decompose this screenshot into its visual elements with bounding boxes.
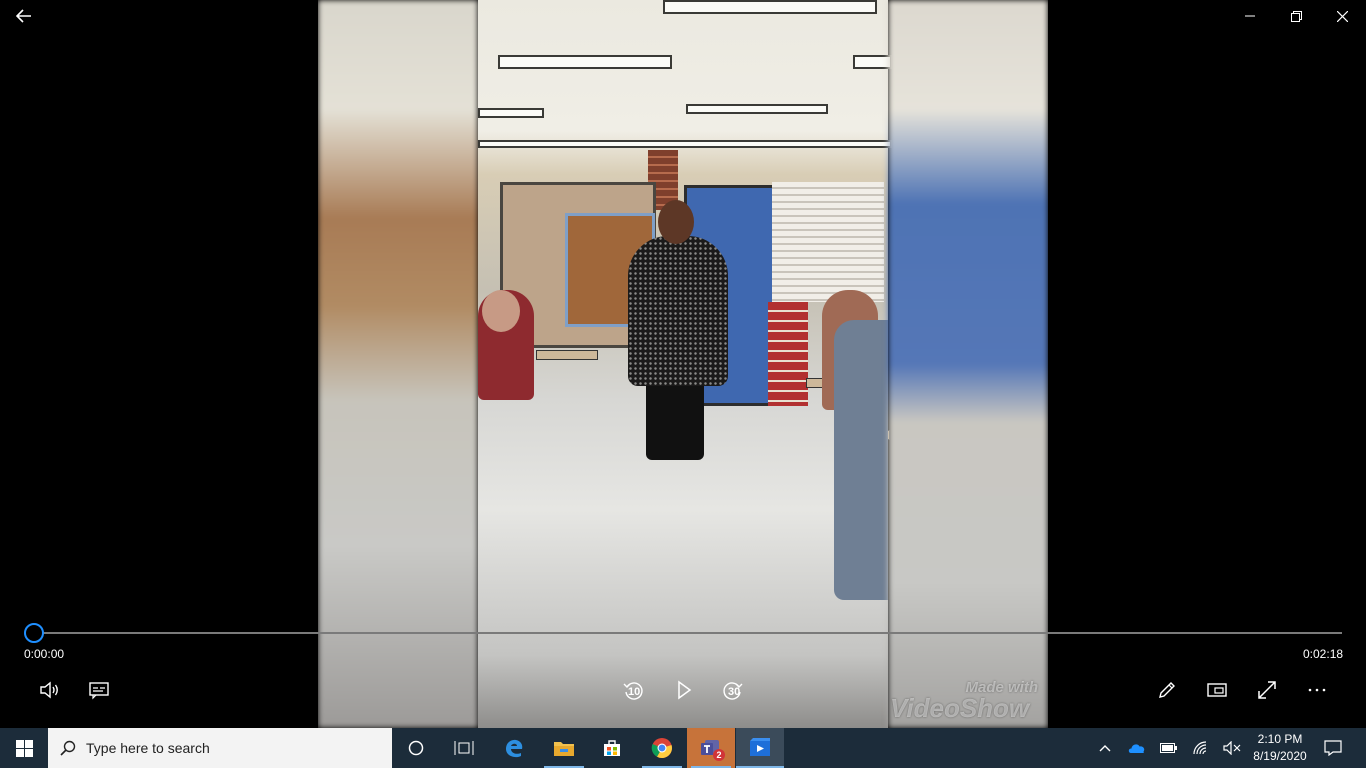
student [834, 320, 888, 600]
minimize-icon [1245, 15, 1255, 17]
seek-thumb[interactable] [24, 623, 44, 643]
volume-button[interactable] [35, 676, 63, 704]
video-frame[interactable] [318, 0, 1048, 728]
video-blur-left [318, 0, 478, 728]
back-button[interactable] [12, 4, 36, 28]
more-icon [1308, 688, 1326, 692]
minimize-button[interactable] [1227, 4, 1273, 28]
task-view-icon [454, 741, 474, 755]
chrome-icon [651, 738, 672, 759]
ceiling-light [498, 55, 672, 69]
search-placeholder: Type here to search [86, 740, 210, 756]
videoshow-watermark: Made with VideoShow [890, 680, 1038, 721]
video-blur-right [888, 0, 1048, 728]
network-button[interactable] [1190, 728, 1212, 768]
movies-tv-icon [750, 738, 770, 756]
student-head [482, 290, 520, 332]
teams-button[interactable]: 2 [687, 728, 735, 768]
teacher-head [658, 200, 694, 244]
watermark-line2: VideoShow [890, 693, 1030, 723]
video-scene [478, 0, 892, 728]
teams-badge: 2 [713, 749, 725, 761]
current-time: 0:00:00 [24, 647, 65, 661]
windows-logo-icon [15, 739, 33, 757]
skip-back-label: 10 [628, 686, 641, 698]
volume-muted-icon [1223, 741, 1241, 755]
store-icon [604, 740, 620, 756]
onedrive-icon [1128, 744, 1145, 753]
skip-forward-label: 30 [728, 686, 741, 698]
chrome-button[interactable] [638, 728, 686, 768]
edge-icon [506, 739, 523, 758]
restore-icon [1290, 10, 1302, 22]
mini-view-button[interactable] [1203, 676, 1231, 704]
ceiling-light [686, 104, 828, 114]
desk [536, 350, 598, 360]
captions-icon [89, 682, 109, 700]
ceiling-light [853, 55, 892, 69]
more-button[interactable] [1303, 676, 1331, 704]
close-icon [1336, 10, 1348, 22]
storage-cabinet [768, 302, 808, 406]
window-blinds [772, 182, 884, 302]
edge-button[interactable] [490, 728, 538, 768]
show-hidden-icons-button[interactable] [1094, 728, 1116, 768]
windows-taskbar: Type here to search 2 2:10 PM 8/19/2020 [0, 728, 1366, 768]
teacher [628, 236, 728, 386]
play-icon [678, 680, 692, 700]
skip-back-button[interactable]: 10 [619, 676, 647, 704]
store-button[interactable] [588, 728, 636, 768]
edit-pencil-icon [1159, 682, 1175, 698]
volume-icon [40, 681, 58, 699]
clock-time: 2:10 PM [1257, 732, 1303, 746]
restore-button[interactable] [1273, 4, 1319, 28]
edit-button[interactable] [1153, 676, 1181, 704]
captions-button[interactable] [85, 676, 113, 704]
start-button[interactable] [0, 728, 48, 768]
wifi-icon [1193, 741, 1207, 755]
clock-date: 8/19/2020 [1253, 749, 1307, 763]
chevron-up-icon [1099, 745, 1111, 752]
ceiling-light [478, 108, 544, 118]
fullscreen-icon [1258, 681, 1276, 699]
action-center-button[interactable] [1320, 728, 1346, 768]
movies-tv-button[interactable] [736, 728, 784, 768]
seek-bar[interactable] [34, 632, 1342, 634]
file-explorer-icon [554, 742, 574, 756]
onedrive-button[interactable] [1126, 728, 1148, 768]
teacher-legs [646, 380, 704, 460]
taskbar-search-box[interactable]: Type here to search [48, 728, 392, 768]
video-player: Made with VideoShow 0:00:00 0:02:18 10 3… [0, 0, 1366, 728]
file-explorer-button[interactable] [540, 728, 588, 768]
skip-forward-button[interactable]: 30 [719, 676, 747, 704]
cortana-button[interactable] [392, 728, 440, 768]
battery-button[interactable] [1158, 728, 1180, 768]
cortana-icon [408, 740, 424, 756]
battery-icon [1160, 743, 1177, 753]
taskbar-clock[interactable]: 2:10 PM 8/19/2020 [1250, 731, 1310, 765]
notifications-icon [1324, 740, 1342, 756]
task-view-button[interactable] [440, 728, 488, 768]
close-button[interactable] [1319, 4, 1365, 28]
volume-tray-button[interactable] [1221, 728, 1243, 768]
fullscreen-button[interactable] [1253, 676, 1281, 704]
ceiling-light [478, 140, 892, 148]
play-button[interactable] [669, 676, 697, 704]
total-time: 0:02:18 [1303, 647, 1344, 661]
mini-view-icon [1207, 683, 1227, 697]
ceiling-light [663, 0, 877, 14]
search-icon [60, 740, 76, 756]
arrow-left-icon [16, 9, 31, 23]
